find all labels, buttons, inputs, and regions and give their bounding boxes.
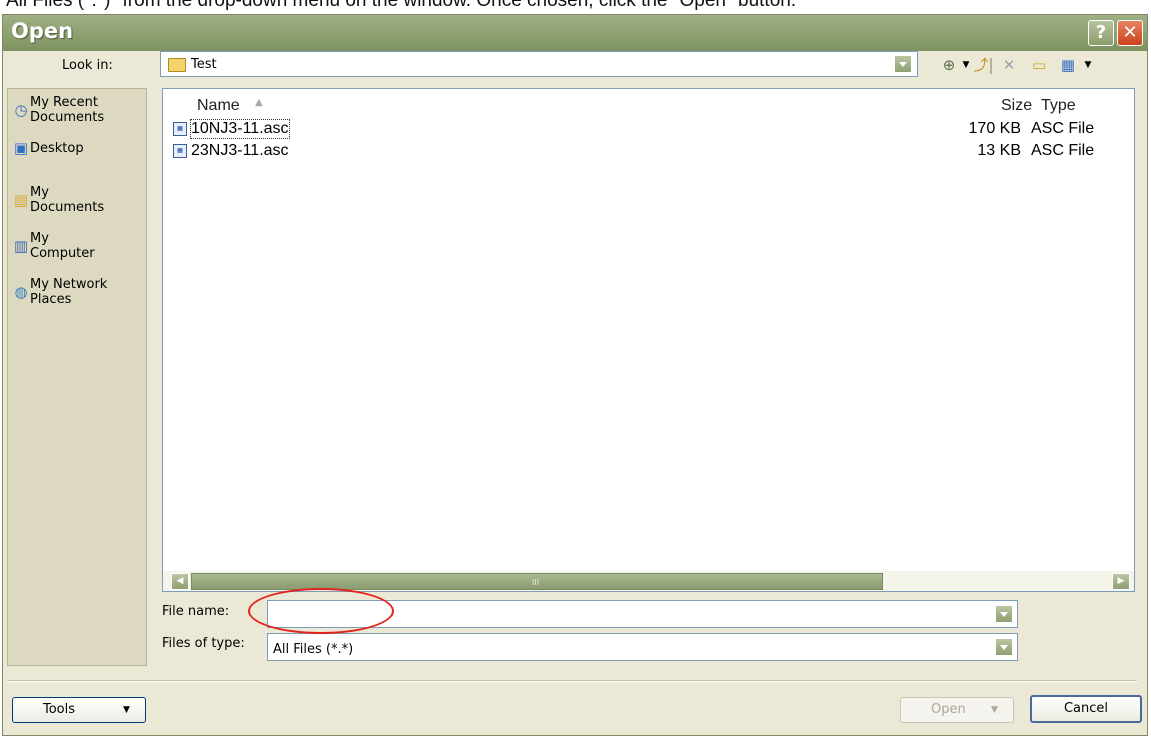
file-name-dropdown-button[interactable] [995,605,1013,623]
button-divider [7,680,1137,682]
files-of-type-label: Files of type: [162,636,245,651]
delete-icon[interactable]: ✕ [1000,56,1018,74]
folder-icon [168,58,186,72]
views-chevron-icon[interactable]: ▼ [1079,56,1097,74]
look-in-value: Test [191,57,217,72]
horizontal-scrollbar[interactable]: ◀ III ▶ [163,571,1134,591]
places-bar: ◷ My Recent Documents ▣ Desktop ▤ My Doc… [7,88,147,666]
recent-documents-icon: ◷ [14,101,28,119]
file-row[interactable]: ▦ 23NJ3-11.asc 13 KB ASC File [173,141,1133,163]
scroll-left-button[interactable]: ◀ [171,573,189,590]
cancel-button[interactable]: Cancel [1030,695,1142,723]
file-row[interactable]: ▦ 10NJ3-11.asc 170 KB ASC File [173,119,1133,141]
open-button[interactable]: Open ▼ [900,697,1014,723]
look-in-dropdown-button[interactable] [894,55,912,73]
column-header-size[interactable]: Size [1001,97,1032,115]
my-documents-icon: ▤ [13,191,29,209]
scrollbar-grip: III [532,578,540,587]
open-chevron-icon: ▼ [991,705,998,715]
file-name-label: File name: [162,604,230,619]
place-my-documents[interactable]: ▤ My Documents [8,183,146,221]
desktop-icon: ▣ [13,139,29,157]
network-places-icon: ◍ [14,283,28,301]
column-header-name[interactable]: Name [197,97,240,115]
back-icon[interactable]: ⊕ [940,56,958,74]
files-of-type-dropdown-button[interactable] [995,638,1013,656]
place-my-network-places[interactable]: ◍ My Network Places [8,275,146,313]
file-name-input[interactable] [267,600,1018,628]
place-label: My Computer [30,231,95,261]
tools-chevron-icon: ▼ [123,705,130,715]
toolbar-separator [990,58,992,74]
look-in-label: Look in: [62,58,113,73]
open-label: Open [931,702,966,717]
scrollbar-thumb[interactable]: III [191,573,883,590]
place-desktop[interactable]: ▣ Desktop [8,137,146,161]
file-type: ASC File [1031,142,1095,159]
file-name: 23NJ3-11.asc [191,142,289,159]
help-button[interactable]: ? [1088,20,1114,46]
place-label: My Network Places [30,277,108,307]
place-label: My Recent Documents [30,95,105,125]
place-label: My Documents [30,185,105,215]
close-button[interactable]: ✕ [1117,20,1143,46]
look-in-dropdown[interactable]: Test [160,51,918,77]
tools-label: Tools [43,702,76,717]
asc-file-icon: ▦ [173,144,187,158]
sort-ascending-icon: ▲ [255,97,263,108]
my-computer-icon: ▥ [13,237,29,255]
files-of-type-value: All Files (*.*) [273,642,354,657]
instruction-caption: All Files (*.*)" from the drop-down menu… [6,0,797,11]
file-type: ASC File [1031,120,1095,137]
title-bar: Open ? ✕ [3,15,1147,51]
column-header-type[interactable]: Type [1041,97,1076,115]
file-size: 13 KB [977,142,1021,159]
dialog-title: Open [11,19,74,43]
tools-button[interactable]: Tools ▼ [12,697,146,723]
scroll-right-button[interactable]: ▶ [1112,573,1130,590]
file-list[interactable]: Name ▲ Size Type ▦ 10NJ3-11.asc 170 KB A… [162,88,1135,592]
new-folder-icon[interactable]: ▭ [1030,56,1048,74]
files-of-type-dropdown[interactable]: All Files (*.*) [267,633,1018,661]
place-my-computer[interactable]: ▥ My Computer [8,229,146,267]
file-size: 170 KB [968,120,1021,137]
place-label: Desktop [30,141,84,156]
asc-file-icon: ▦ [173,122,187,136]
file-name: 10NJ3-11.asc [190,119,290,139]
up-one-level-icon[interactable]: ⤴ [972,56,990,74]
views-menu-icon[interactable]: ▦ [1059,56,1077,74]
place-my-recent-documents[interactable]: ◷ My Recent Documents [8,93,146,131]
